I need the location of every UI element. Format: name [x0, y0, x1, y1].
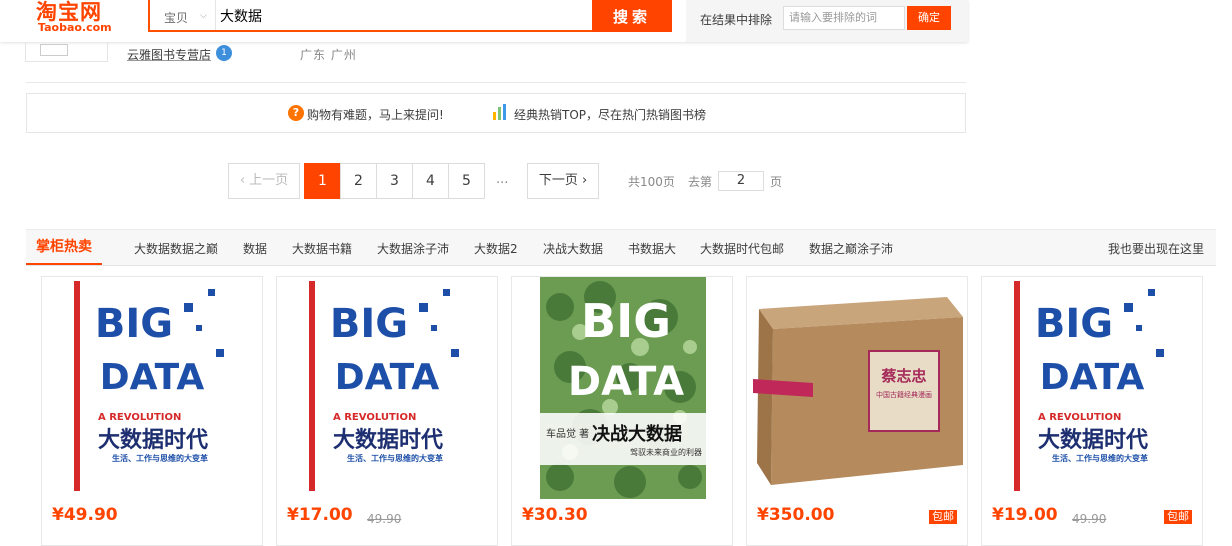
exclude-confirm-button[interactable]: 确定 — [907, 6, 951, 30]
page-4[interactable]: 4 — [412, 163, 449, 199]
search-input[interactable] — [220, 3, 580, 29]
product-original-price: 49.90 — [367, 512, 402, 526]
product-price: ¥17.00 — [287, 505, 353, 525]
exclude-panel: 在结果中排除 请输入要排除的词 确定 — [686, 0, 968, 42]
hot-link[interactable]: 大数据数据之巅 — [134, 240, 218, 257]
product-image-gift-box[interactable]: 蔡志忠 中国古籍经典漫画 — [751, 279, 967, 495]
next-page-button[interactable]: 下一页 › — [527, 163, 599, 199]
question-icon: ? — [288, 105, 304, 121]
divider — [26, 82, 966, 83]
taobao-logo[interactable]: 淘宝网 Taobao.com — [36, 0, 120, 36]
product-image-battle-book[interactable]: BIG DATA 车品觉 著 决战大数据 驾驭未来商业的利器 — [540, 277, 706, 499]
search-button[interactable]: 搜索 — [592, 0, 672, 32]
shop-location: 广东 广州 — [300, 48, 357, 62]
hot-link[interactable]: 大数据书籍 — [292, 240, 352, 257]
product-price: ¥19.00 — [992, 505, 1058, 525]
page-total: 共100页 — [628, 175, 675, 189]
exclude-label: 在结果中排除 — [700, 13, 773, 27]
chevron-down-icon: ⌵ — [200, 11, 207, 21]
header-bar: 淘宝网 Taobao.com 宝贝 ⌵ 搜索 在结果中排除 请输入要排除的词 确… — [0, 0, 968, 42]
next-page-label: 下一页 — [538, 173, 578, 188]
product-price: ¥30.30 — [522, 505, 588, 525]
logo-en-text: Taobao.com — [38, 21, 112, 34]
cover-subtitle-text: 生活、工作与思维的大变革 — [1052, 453, 1148, 463]
prev-page-button[interactable]: ‹ 上一页 — [228, 163, 300, 199]
search-type-dropdown[interactable]: 宝贝 ⌵ — [150, 0, 216, 30]
hot-link[interactable]: 大数据时代包邮 — [700, 240, 784, 257]
cover-data-text: DATA — [335, 357, 440, 398]
product-card[interactable]: BIG DATA A REVOLUTION 大数据时代 生活、工作与思维的大变革… — [981, 276, 1203, 546]
cover-big-text: BIG — [1035, 301, 1113, 347]
cover-big-text: BIG — [330, 301, 408, 347]
product-price: ¥49.90 — [52, 505, 118, 525]
hot-sale-title[interactable]: 掌柜热卖 — [26, 230, 102, 265]
hot-link[interactable]: 数据 — [243, 240, 267, 257]
chevron-left-icon: ‹ — [239, 173, 246, 188]
cover-data-text: DATA — [100, 357, 205, 398]
hot-link[interactable]: 大数据2 — [474, 240, 518, 257]
product-card[interactable]: BIG DATA A REVOLUTION 大数据时代 生活、工作与思维的大变革… — [41, 276, 263, 546]
shop-name-link[interactable]: 云雅图书专营店 — [127, 46, 211, 63]
cover-title-text: 大数据时代 — [98, 427, 208, 453]
cover-revolution-text: A REVOLUTION — [98, 412, 181, 423]
cover-title-text: 决战大数据 — [592, 423, 682, 445]
shop-thumbnail[interactable] — [25, 42, 108, 62]
product-price: ¥350.00 — [757, 505, 835, 525]
free-shipping-badge: 包邮 — [929, 510, 957, 524]
cover-subtitle-text: 驾驭未来商业的利器 — [630, 447, 702, 457]
product-card[interactable]: 蔡志忠 中国古籍经典漫画 ¥350.00 包邮 — [746, 276, 968, 546]
product-card[interactable]: BIG DATA A REVOLUTION 大数据时代 生活、工作与思维的大变革… — [276, 276, 498, 546]
cover-data-text: DATA — [568, 359, 684, 405]
shop-level-badge: 1 — [216, 45, 232, 61]
product-card[interactable]: BIG DATA 车品觉 著 决战大数据 驾驭未来商业的利器 ¥30.30 — [511, 276, 733, 546]
goto-page-input[interactable]: 2 — [718, 171, 764, 191]
bar-chart-icon — [493, 104, 511, 120]
cover-subtitle-text: 生活、工作与思维的大变革 — [112, 453, 208, 463]
cover-subtitle-text: 生活、工作与思维的大变革 — [347, 453, 443, 463]
page-1[interactable]: 1 — [304, 163, 341, 199]
hot-link[interactable]: 决战大数据 — [543, 240, 603, 257]
exclude-input[interactable]: 请输入要排除的词 — [783, 6, 905, 30]
cover-data-text: DATA — [1040, 357, 1145, 398]
page-2[interactable]: 2 — [340, 163, 377, 199]
hot-link[interactable]: 数据之巅涂子沛 — [809, 240, 893, 257]
cover-big-text: BIG — [581, 294, 671, 348]
hot-link[interactable]: 大数据涂子沛 — [377, 240, 449, 257]
hot-sale-bar: 掌柜热卖 大数据数据之巅 数据 大数据书籍 大数据涂子沛 大数据2 决战大数据 … — [26, 229, 1216, 266]
product-image-big-data-book[interactable]: BIG DATA A REVOLUTION 大数据时代 生活、工作与思维的大变革 — [303, 277, 467, 499]
prev-page-label: 上一页 — [249, 173, 289, 188]
ask-question-link[interactable]: 购物有难题，马上来提问! — [307, 106, 444, 123]
goto-label: 去第 — [688, 175, 713, 189]
cover-revolution-text: A REVOLUTION — [1038, 412, 1121, 423]
free-shipping-badge: 包邮 — [1164, 510, 1192, 524]
cover-subtitle-text: 中国古籍经典漫画 — [876, 390, 932, 399]
hot-link[interactable]: 书数据大 — [628, 240, 676, 257]
cover-title-text: 大数据时代 — [333, 427, 443, 453]
cover-revolution-text: A REVOLUTION — [333, 412, 416, 423]
product-image-big-data-book[interactable]: BIG DATA A REVOLUTION 大数据时代 生活、工作与思维的大变革 — [1008, 277, 1172, 499]
page-5[interactable]: 5 — [448, 163, 485, 199]
cover-title-text: 蔡志忠 — [880, 367, 926, 385]
page-ellipsis: ... — [496, 172, 509, 187]
product-image-big-data-book[interactable]: BIG DATA A REVOLUTION 大数据时代 生活、工作与思维的大变革 — [68, 277, 232, 499]
chevron-right-icon: › — [581, 173, 588, 188]
cover-title-text: 大数据时代 — [1038, 427, 1148, 453]
page-3[interactable]: 3 — [376, 163, 413, 199]
notice-bar: ? 购物有难题，马上来提问! 经典热销TOP，尽在热门热销图书榜 — [26, 93, 966, 133]
bestseller-link[interactable]: 经典热销TOP，尽在热门热销图书榜 — [514, 106, 706, 123]
cover-author-text: 车品觉 著 — [546, 427, 589, 440]
advertise-here-link[interactable]: 我也要出现在这里 — [1108, 240, 1204, 257]
goto-unit: 页 — [770, 175, 783, 189]
product-original-price: 49.90 — [1072, 512, 1107, 526]
cover-big-text: BIG — [95, 301, 173, 347]
search-type-label: 宝贝 — [164, 11, 189, 25]
